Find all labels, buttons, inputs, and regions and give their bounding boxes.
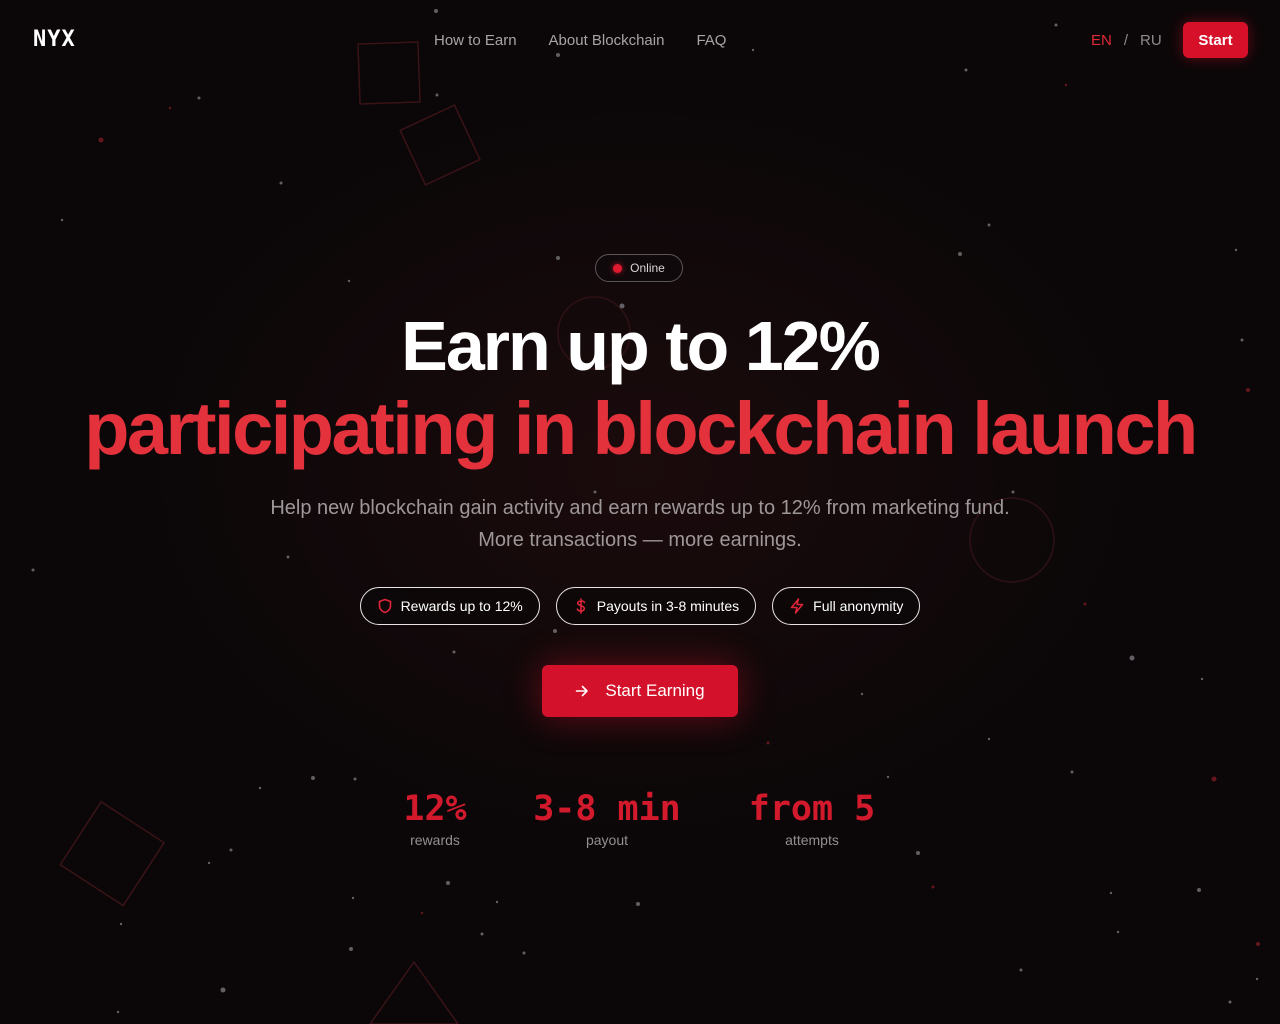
hero-subtitle: Help new blockchain gain activity and ea… — [270, 497, 1010, 551]
stat-attempts: from 5 attempts — [742, 788, 882, 848]
feature-anonymity: Full anonymity — [772, 587, 921, 625]
logo[interactable]: NYX — [33, 27, 76, 52]
start-earning-label: Start Earning — [605, 681, 705, 700]
stat-rewards-value: 12% — [403, 789, 467, 829]
hero-title-line2: participating in blockchain launch — [84, 387, 1198, 470]
nav-how-to-earn[interactable]: How to Earn — [434, 32, 517, 49]
hero-title-line1: Earn up to 12% — [401, 307, 881, 385]
feature-payouts: Payouts in 3-8 minutes — [555, 587, 757, 625]
feature-rewards-label: Rewards up to 12% — [400, 598, 523, 614]
main-nav: How to Earn About Blockchain FAQ — [434, 32, 726, 49]
feature-pills: Rewards up to 12% Payouts in 3-8 minutes… — [0, 587, 1280, 625]
lang-separator: / — [1123, 32, 1129, 49]
lang-en[interactable]: EN — [1091, 32, 1112, 49]
stat-rewards-label: rewards — [410, 832, 460, 848]
stat-payout-label: payout — [585, 832, 629, 848]
shield-icon — [378, 598, 391, 614]
dollar-icon — [576, 598, 586, 614]
feature-anonymity-label: Full anonymity — [813, 598, 904, 614]
lang-ru[interactable]: RU — [1140, 32, 1162, 49]
lightning-icon — [790, 598, 804, 614]
status-dot-icon — [613, 263, 623, 273]
nav-about-blockchain[interactable]: About Blockchain — [549, 32, 665, 49]
stat-attempts-label: attempts — [785, 832, 839, 848]
stat-attempts-value: from 5 — [748, 789, 876, 829]
stat-rewards: 12% rewards — [385, 788, 485, 848]
feature-rewards: Rewards up to 12% — [359, 587, 540, 625]
landing-page: NYX How to Earn About Blockchain FAQ EN … — [0, 0, 1280, 1024]
arrow-right-icon — [576, 685, 589, 697]
status-badge: Online — [595, 254, 683, 282]
start-earning-button[interactable]: Start Earning — [542, 665, 738, 717]
stat-payout-value: 3-8 min — [533, 789, 681, 829]
language-switcher: EN / RU — [1091, 32, 1162, 49]
stat-payout: 3-8 min payout — [527, 788, 687, 848]
feature-payouts-label: Payouts in 3-8 minutes — [596, 598, 740, 614]
nav-faq[interactable]: FAQ — [696, 32, 726, 49]
header-start-button[interactable]: Start — [1183, 22, 1248, 58]
status-label: Online — [630, 261, 665, 275]
